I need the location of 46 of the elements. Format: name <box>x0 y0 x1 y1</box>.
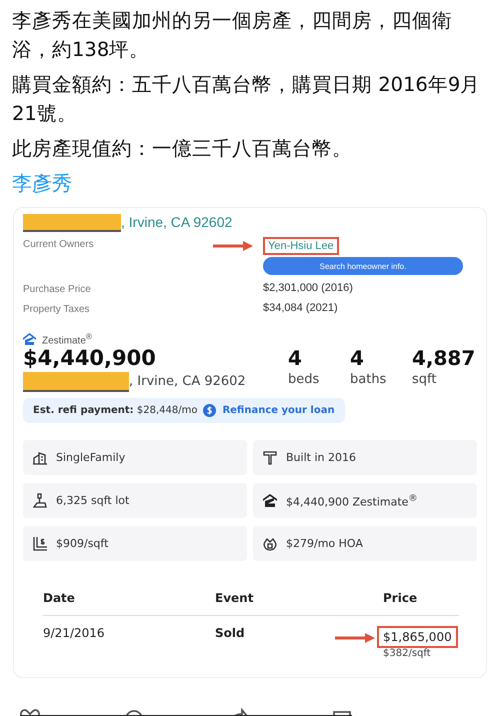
refinance-link[interactable]: Refinance your loan <box>222 405 335 416</box>
post-text: 此房產現值約：一億三千八百萬台幣。 <box>12 136 353 162</box>
fact-label: Current Owners <box>23 238 95 252</box>
dollar-icon <box>203 404 216 418</box>
table-cell: $1,865,000 <box>377 626 458 648</box>
stat-unit: beds <box>288 372 320 388</box>
owner-link[interactable]: Yen-Hsiu Lee <box>263 237 339 255</box>
feature-text: SingleFamily <box>56 451 126 464</box>
fact-label: Purchase Price <box>23 283 92 295</box>
table-cell-text: $382/sqft <box>382 648 431 660</box>
hashtag-link[interactable]: 李彥秀 <box>12 169 72 197</box>
feature-text: $909/sqft <box>56 537 108 550</box>
table-cell-text: 9/21/2016 <box>43 626 106 642</box>
hammer-icon <box>262 450 278 466</box>
fact-value: $2,301,000 (2016) <box>263 282 353 294</box>
zestimate-label: Zestimate$^{®}$ <box>42 331 92 346</box>
building-icon <box>32 450 48 466</box>
hoa-icon <box>262 536 278 552</box>
feature-text: 6,325 sqft lot <box>56 494 130 508</box>
search-homeowner-button[interactable]: Search homeowner info. <box>263 257 463 275</box>
zestimate-price: $4,440,900 <box>23 346 157 370</box>
stat-value: 4,887 <box>412 346 476 370</box>
stat-unit: sqft <box>412 372 438 388</box>
zestimate-logo-icon <box>262 492 278 509</box>
price-per-area-icon <box>32 536 48 552</box>
fact-value: $34,084 (2021) <box>263 302 338 314</box>
column-header: Price <box>383 591 418 606</box>
arrow-icon <box>335 633 375 644</box>
fact-label: Property Taxes <box>23 303 91 315</box>
column-header: Event <box>215 591 254 606</box>
zestimate-logo-icon <box>23 332 36 345</box>
arrow-icon <box>213 241 253 251</box>
post-text: 購買金額約：五千八百萬台幣，購買日期 2016年9月21號。 <box>12 72 482 127</box>
post-text: 李彥秀在美國加州的另一個房產，四間房，四個衛浴，約138坪。 <box>12 8 453 63</box>
feature-text: Built in 2016 <box>286 451 356 464</box>
stat-value: 4 <box>288 346 303 370</box>
feature-text: $4,440,900 Zestimate$^{®}$ <box>286 493 418 509</box>
column-header: Date <box>43 591 76 606</box>
address-link[interactable]: , Irvine, CA 92602 <box>121 214 232 230</box>
stat-unit: baths <box>350 372 388 388</box>
stat-value: 4 <box>350 346 365 370</box>
lot-icon <box>32 492 48 509</box>
table-cell-text: Sold <box>215 626 246 642</box>
feature-text: $279/mo HOA <box>286 537 363 550</box>
address-text: , Irvine, CA 92602 <box>129 374 246 389</box>
refi-text: Est. refi payment: $28,448/mo <box>33 405 198 416</box>
